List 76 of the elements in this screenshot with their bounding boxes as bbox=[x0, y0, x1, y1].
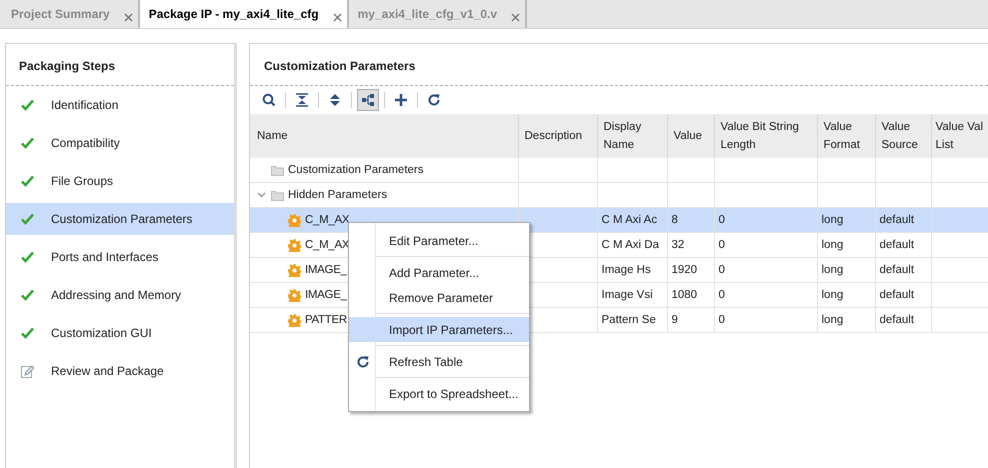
table-cell: default bbox=[880, 264, 914, 276]
table-cell: Image Vsi bbox=[602, 289, 653, 301]
search-icon bbox=[262, 93, 276, 107]
collapse-all-icon bbox=[295, 93, 309, 107]
menu-item[interactable]: Add Parameter... bbox=[349, 260, 529, 285]
table-cell: C_M_AX bbox=[305, 214, 350, 226]
table-cell: 8 bbox=[672, 214, 678, 226]
check-icon bbox=[21, 213, 34, 225]
table-cell: C M Axi Da bbox=[602, 239, 660, 251]
check-icon bbox=[21, 289, 34, 301]
step-item[interactable]: Customization Parameters bbox=[6, 203, 234, 235]
table-cell: long bbox=[822, 214, 844, 226]
table-cell: 0 bbox=[718, 264, 725, 276]
gear-icon bbox=[288, 214, 301, 226]
table-cell: long bbox=[822, 289, 844, 301]
step-item[interactable]: Review and Package bbox=[6, 355, 234, 387]
check-icon bbox=[21, 175, 34, 187]
check-icon bbox=[21, 327, 34, 339]
gear-icon bbox=[288, 238, 301, 252]
table-cell: 9 bbox=[672, 314, 678, 326]
table-cell: 0 bbox=[718, 289, 725, 301]
menu-item[interactable]: Remove Parameter bbox=[349, 285, 529, 310]
table-cell: default bbox=[880, 214, 914, 226]
step-item[interactable]: Ports and Interfaces bbox=[6, 241, 234, 273]
step-item[interactable]: Addressing and Memory bbox=[6, 279, 234, 311]
table-cell: 1920 bbox=[672, 264, 698, 276]
group-label: Hidden Parameters bbox=[288, 189, 388, 201]
group-label: Customization Parameters bbox=[288, 164, 424, 176]
check-icon bbox=[21, 99, 34, 111]
table-cell: 32 bbox=[672, 239, 684, 251]
step-item[interactable]: Compatibility bbox=[6, 127, 234, 159]
menu-item[interactable]: Refresh Table bbox=[349, 349, 529, 374]
table-cell: long bbox=[822, 314, 844, 326]
table-cell: 1080 bbox=[672, 289, 698, 301]
table-cell: default bbox=[880, 289, 914, 301]
close-icon[interactable] bbox=[332, 12, 342, 22]
tab[interactable]: Package IP - my_axi4_lite_cfg bbox=[140, 0, 349, 28]
table-cell: 0 bbox=[718, 239, 725, 251]
table-row[interactable]: Customization Parameters bbox=[250, 158, 988, 182]
plus-icon bbox=[394, 93, 408, 107]
table-cell: 0 bbox=[718, 314, 725, 326]
step-item[interactable]: File Groups bbox=[6, 165, 234, 197]
table-cell: Image Hs bbox=[602, 264, 651, 276]
gear-icon bbox=[288, 288, 301, 302]
panel-title: Packaging Steps bbox=[6, 44, 234, 86]
table-cell: Pattern Se bbox=[602, 314, 656, 326]
table-cell: C_M_AX bbox=[305, 239, 350, 251]
check-icon bbox=[21, 251, 34, 263]
check-icon bbox=[21, 137, 34, 149]
refresh-icon bbox=[356, 354, 370, 368]
expand-all-icon bbox=[328, 93, 342, 107]
table-cell: long bbox=[822, 264, 844, 276]
step-item[interactable]: Identification bbox=[6, 89, 234, 121]
table-cell: C M Axi Ac bbox=[602, 214, 658, 226]
close-icon[interactable] bbox=[511, 12, 520, 22]
table-cell: default bbox=[880, 239, 914, 251]
menu-item[interactable]: Import IP Parameters... bbox=[349, 317, 529, 342]
menu-item[interactable]: Export to Spreadsheet... bbox=[349, 381, 529, 406]
gear-icon bbox=[288, 264, 301, 276]
table-cell: PATTER bbox=[305, 314, 347, 326]
folder-icon bbox=[271, 190, 284, 200]
table-cell: 0 bbox=[718, 214, 725, 226]
chevron-down-icon[interactable] bbox=[257, 192, 266, 198]
refresh-icon bbox=[427, 93, 441, 107]
panel-title: Customization Parameters bbox=[250, 44, 988, 86]
hierarchy-icon bbox=[361, 93, 375, 107]
table-cell: long bbox=[822, 239, 844, 251]
step-item[interactable]: Customization GUI bbox=[6, 317, 234, 349]
table-cell: IMAGE_ bbox=[305, 289, 347, 301]
edit-icon bbox=[21, 364, 34, 378]
table-cell: IMAGE_ bbox=[305, 264, 347, 276]
close-icon[interactable] bbox=[124, 12, 133, 22]
table-cell: default bbox=[880, 314, 914, 326]
toolbar-button[interactable] bbox=[357, 89, 379, 111]
folder-icon bbox=[271, 164, 284, 176]
gear-icon bbox=[288, 314, 301, 326]
